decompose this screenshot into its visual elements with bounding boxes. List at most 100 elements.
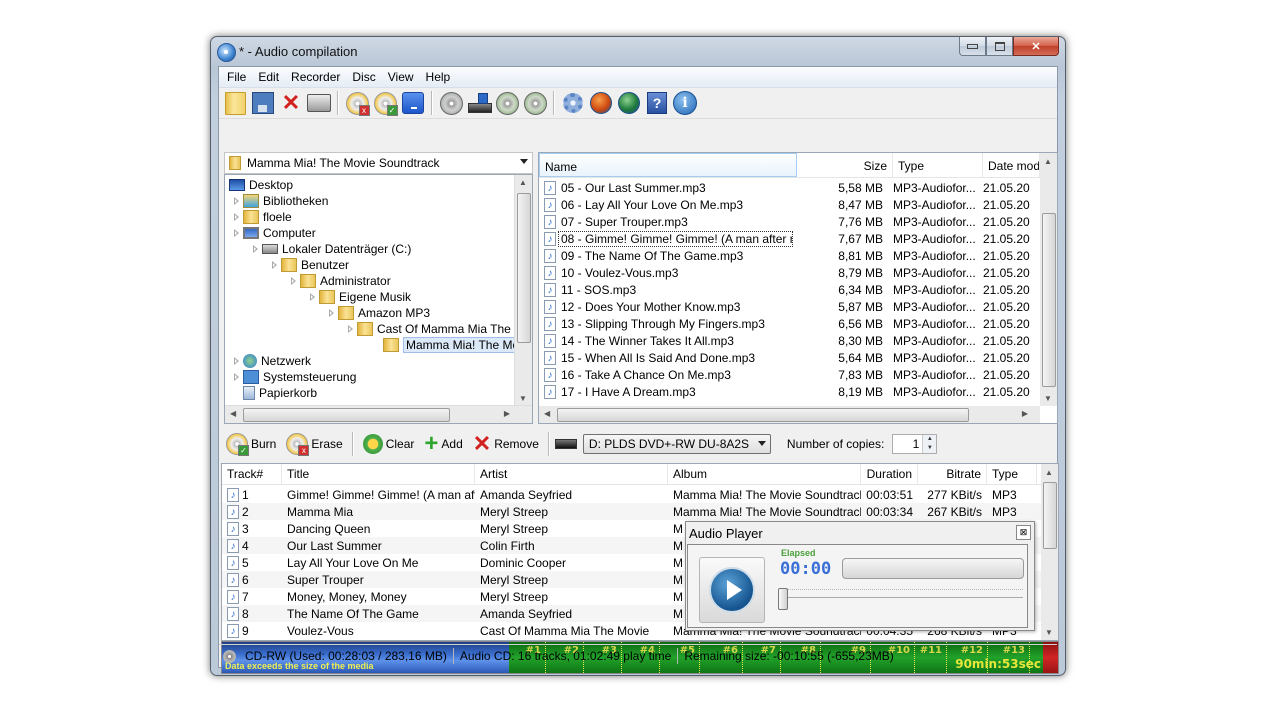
scroll-thumb[interactable]: [1042, 213, 1056, 387]
spin-down-icon[interactable]: ▼: [923, 444, 937, 453]
tree-item[interactable]: Lokaler Datenträger (C:): [253, 241, 411, 257]
file-row[interactable]: ♪ 14 - The Winner Takes It All.mp3 8,30 MB…: [539, 332, 1040, 349]
scroll-up-icon[interactable]: ▲: [1044, 157, 1052, 166]
drive-info-button[interactable]: [466, 90, 492, 116]
tree-item[interactable]: Desktop: [229, 177, 293, 193]
audio-player-close-button[interactable]: ⊠: [1016, 525, 1031, 540]
scroll-up-icon[interactable]: ▲: [519, 178, 527, 187]
burn-disc-button[interactable]: ✓: [372, 90, 398, 116]
menu-help[interactable]: Help: [420, 70, 457, 84]
about-button[interactable]: i: [672, 90, 698, 116]
copies-stepper[interactable]: 1 ▲ ▼: [892, 434, 938, 454]
menu-file[interactable]: File: [221, 70, 252, 84]
file-row[interactable]: ♪ 09 - The Name Of The Game.mp3 8,81 MB MP3…: [539, 247, 1040, 264]
tree-item[interactable]: Eigene Musik: [310, 289, 411, 305]
expand-arrow-icon[interactable]: [234, 197, 239, 205]
menu-recorder[interactable]: Recorder: [285, 70, 346, 84]
disc-import-button[interactable]: [494, 90, 520, 116]
tree-vertical-scrollbar[interactable]: ▲ ▼: [514, 175, 532, 406]
scroll-up-icon[interactable]: ▲: [1045, 468, 1053, 477]
add-button[interactable]: + Add: [420, 431, 466, 457]
column-header-track[interactable]: Track#: [222, 464, 282, 484]
tree-item[interactable]: Papierkorb: [234, 385, 317, 401]
drive-select[interactable]: D: PLDS DVD+-RW DU-8A2S: [582, 434, 771, 454]
scroll-thumb[interactable]: [1043, 482, 1057, 549]
column-header-type[interactable]: Type: [987, 464, 1037, 484]
delete-button[interactable]: ✕: [278, 90, 304, 116]
title-bar[interactable]: * - Audio compilation ✕: [211, 37, 1065, 65]
expand-arrow-icon[interactable]: [253, 245, 258, 253]
file-row[interactable]: ♪ 07 - Super Trouper.mp3 7,76 MB MP3-Audiof…: [539, 213, 1040, 230]
file-row[interactable]: ♪ 08 - Gimme! Gimme! Gimme! (A man after …: [539, 230, 1040, 247]
tree-item[interactable]: Netzwerk: [234, 353, 311, 369]
maximize-button[interactable]: [986, 37, 1013, 56]
open-button[interactable]: [222, 90, 248, 116]
menu-view[interactable]: View: [382, 70, 420, 84]
erase-button[interactable]: x Erase: [282, 431, 346, 457]
column-header-date[interactable]: Date mod: [983, 153, 1040, 177]
scroll-right-icon[interactable]: ▶: [1022, 409, 1028, 418]
scroll-left-icon[interactable]: ◀: [230, 409, 236, 418]
column-header-artist[interactable]: Artist: [475, 464, 668, 484]
web-update-button[interactable]: [588, 90, 614, 116]
file-vertical-scrollbar[interactable]: ▲ ▼: [1040, 153, 1057, 406]
web-search-button[interactable]: [616, 90, 642, 116]
save-button[interactable]: [250, 90, 276, 116]
menu-disc[interactable]: Disc: [346, 70, 381, 84]
erase-disc-button[interactable]: x: [344, 90, 370, 116]
file-row[interactable]: ♪ 05 - Our Last Summer.mp3 5,58 MB MP3-Audi…: [539, 179, 1040, 196]
file-row[interactable]: ♪ 17 - I Have A Dream.mp3 8,19 MB MP3-Audio…: [539, 383, 1040, 400]
column-header-type[interactable]: Type: [893, 153, 983, 177]
scroll-right-icon[interactable]: ▶: [504, 409, 510, 418]
column-header-album[interactable]: Album: [668, 464, 861, 484]
minimize-button[interactable]: [959, 37, 986, 56]
scroll-down-icon[interactable]: ▼: [1045, 628, 1053, 637]
menu-edit[interactable]: Edit: [252, 70, 285, 84]
seek-slider-track[interactable]: [780, 597, 1023, 598]
close-button[interactable]: ✕: [1013, 37, 1059, 56]
column-header-size[interactable]: Size: [797, 153, 893, 177]
disc-info-button[interactable]: [438, 90, 464, 116]
play-button[interactable]: [699, 557, 765, 623]
tree-item[interactable]: Bibliotheken: [234, 193, 328, 209]
scroll-thumb[interactable]: [243, 408, 450, 422]
expand-arrow-icon[interactable]: [234, 213, 239, 221]
expand-arrow-icon[interactable]: [234, 229, 239, 237]
expand-arrow-icon[interactable]: [234, 357, 239, 365]
expand-arrow-icon[interactable]: [348, 325, 353, 333]
file-row[interactable]: ♪ 13 - Slipping Through My Fingers.mp3 6,5…: [539, 315, 1040, 332]
help-button[interactable]: ?: [644, 90, 670, 116]
chevron-down-icon[interactable]: [520, 159, 528, 164]
tree-horizontal-scrollbar[interactable]: ◀ ▶: [225, 405, 532, 423]
remove-button[interactable]: ✕ Remove: [469, 431, 543, 457]
column-header-title[interactable]: Title: [282, 464, 475, 484]
scroll-thumb[interactable]: [557, 408, 969, 422]
column-header-duration[interactable]: Duration: [861, 464, 918, 484]
clear-button[interactable]: Clear: [359, 431, 419, 457]
print-button[interactable]: [306, 90, 332, 116]
window-button[interactable]: [400, 90, 426, 116]
disc-export-button[interactable]: [522, 90, 548, 116]
burn-button[interactable]: ✓ Burn: [222, 431, 280, 457]
scroll-down-icon[interactable]: ▼: [519, 394, 527, 403]
tree-item[interactable]: Systemsteuerung: [234, 369, 356, 385]
scroll-down-icon[interactable]: ▼: [1044, 394, 1052, 403]
chevron-down-icon[interactable]: [757, 441, 766, 446]
file-row[interactable]: ♪ 06 - Lay All Your Love On Me.mp3 8,47 MB…: [539, 196, 1040, 213]
track-row[interactable]: ♪1 Gimme! Gimme! Gimme! (A man after... Am…: [222, 486, 1041, 503]
tree-item[interactable]: Administrator: [291, 273, 391, 289]
scroll-left-icon[interactable]: ◀: [544, 409, 550, 418]
file-horizontal-scrollbar[interactable]: ◀ ▶: [539, 406, 1040, 423]
file-row[interactable]: ♪ 12 - Does Your Mother Know.mp3 5,87 MB MP…: [539, 298, 1040, 315]
expand-arrow-icon[interactable]: [310, 293, 315, 301]
column-header-bitrate[interactable]: Bitrate: [918, 464, 987, 484]
column-header-name[interactable]: Name: [539, 153, 797, 177]
settings-button[interactable]: [560, 90, 586, 116]
expand-arrow-icon[interactable]: [234, 373, 239, 381]
expand-arrow-icon[interactable]: [291, 277, 296, 285]
tree-item[interactable]: Mamma Mia! The Movie Soundtrack: [367, 337, 532, 353]
tree-item[interactable]: Computer: [234, 225, 316, 241]
tree-item[interactable]: floele: [234, 209, 292, 225]
path-combo[interactable]: Mamma Mia! The Movie Soundtrack: [224, 152, 533, 174]
tree-item[interactable]: Benutzer: [272, 257, 349, 273]
